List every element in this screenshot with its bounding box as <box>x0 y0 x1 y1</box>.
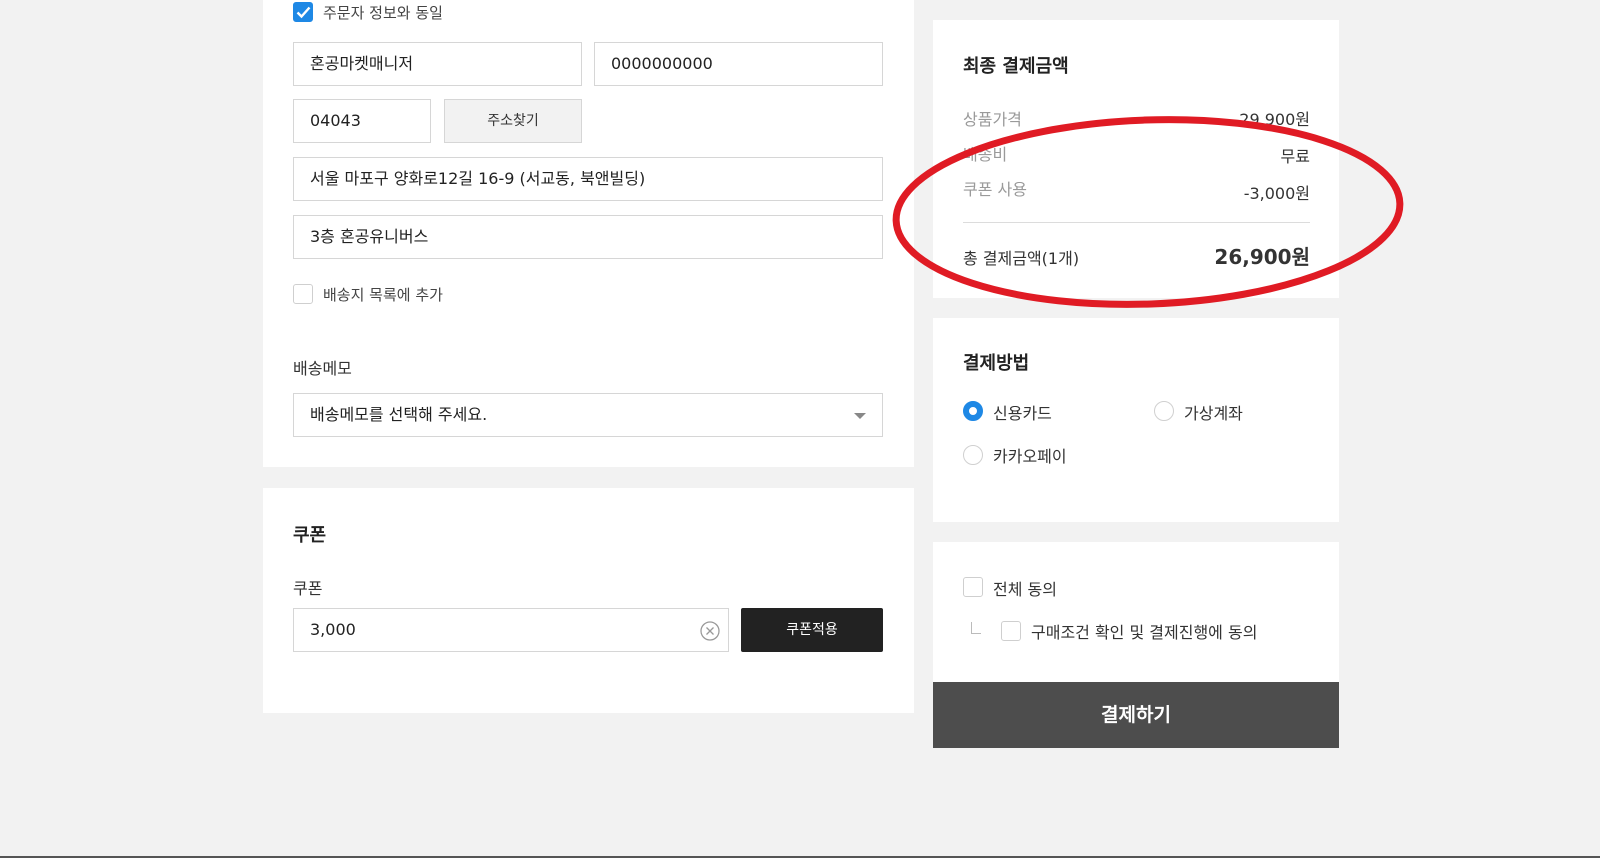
coupon-used-label: 쿠폰 사용 <box>963 180 1027 199</box>
dropdown-arrow-icon <box>854 413 866 419</box>
payment-option-credit-card-radio[interactable] <box>963 401 983 421</box>
total-amount-value: 26,900원 <box>1214 245 1310 269</box>
address-input[interactable]: 서울 마포구 양화로12길 16-9 (서교동, 북앤빌딩) <box>293 157 883 201</box>
payment-option-virtual-account-radio[interactable] <box>1154 401 1174 421</box>
recipient-phone-input[interactable]: 0000000000 <box>594 42 883 86</box>
check-icon <box>296 6 311 19</box>
delivery-memo-title: 배송메모 <box>293 359 352 378</box>
total-amount-label: 총 결제금액(1개) <box>963 249 1080 268</box>
shipping-fee-label: 배송비 <box>963 145 1008 164</box>
payment-option-credit-card-label[interactable]: 신용카드 <box>993 400 1052 424</box>
agree-purchase-label[interactable]: 구매조건 확인 및 결제진행에 동의 <box>1031 619 1257 643</box>
payment-option-kakaopay-label[interactable]: 카카오페이 <box>993 443 1067 467</box>
payment-option-virtual-account-label[interactable]: 가상계좌 <box>1184 400 1243 424</box>
coupon-field-label: 쿠폰 <box>293 579 323 598</box>
delivery-memo-select-value: 배송메모를 선택해 주세요. <box>310 405 488 424</box>
coupon-input-value: 3,000 <box>310 620 356 639</box>
agree-purchase-checkbox[interactable] <box>1001 621 1021 641</box>
clear-icon[interactable] <box>700 621 720 641</box>
add-to-address-list-checkbox[interactable] <box>293 284 313 304</box>
agree-all-label[interactable]: 전체 동의 <box>993 576 1057 600</box>
recipient-name-input[interactable]: 혼공마켓매니저 <box>293 42 582 86</box>
shipping-fee-value: 무료 <box>1280 147 1310 166</box>
agree-all-checkbox[interactable] <box>963 577 983 597</box>
same-as-orderer-checkbox[interactable] <box>293 2 313 22</box>
sub-item-indicator <box>971 622 981 634</box>
coupon-input[interactable]: 3,000 <box>293 608 729 652</box>
agreement-panel <box>933 542 1339 682</box>
coupon-panel <box>263 488 914 713</box>
coupon-apply-button[interactable]: 쿠폰적용 <box>741 608 883 652</box>
delivery-memo-select[interactable]: 배송메모를 선택해 주세요. <box>293 393 883 437</box>
add-to-address-list-label: 배송지 목록에 추가 <box>323 286 443 304</box>
address-detail-input[interactable]: 3층 혼공유니버스 <box>293 215 883 259</box>
find-address-button[interactable]: 주소찾기 <box>444 99 582 143</box>
product-price-value: 29,900원 <box>1239 110 1310 129</box>
product-price-label: 상품가격 <box>963 110 1022 129</box>
summary-title: 최종 결제금액 <box>963 56 1069 77</box>
payment-option-kakaopay-radio[interactable] <box>963 445 983 465</box>
coupon-section-title: 쿠폰 <box>293 525 327 546</box>
pay-button[interactable]: 결제하기 <box>933 682 1339 748</box>
coupon-used-value: -3,000원 <box>1243 184 1310 203</box>
same-as-orderer-label: 주문자 정보와 동일 <box>323 4 443 22</box>
summary-divider <box>963 222 1310 223</box>
payment-method-title: 결제방법 <box>963 353 1030 374</box>
postcode-input[interactable]: 04043 <box>293 99 431 143</box>
